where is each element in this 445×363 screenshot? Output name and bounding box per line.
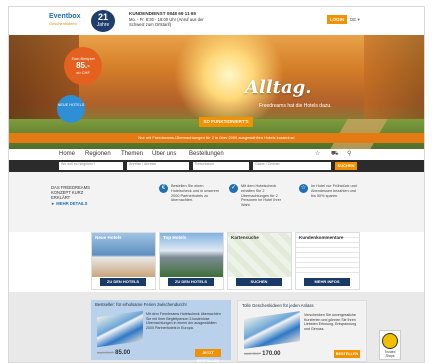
destination-input[interactable]: Wo soll es hingehen? [59,162,123,170]
new-hotels-badge[interactable]: NEUE HOTELS [57,95,85,123]
to-hotels-button[interactable]: ZU DEN HOTELS [168,278,214,286]
search-button[interactable]: SUCHEN [335,162,357,170]
price-old: statt CHF [244,351,261,356]
price-old: statt CHF [97,350,114,355]
hero-title: Alltag. [245,77,312,98]
gift-ideas-panel: Tolle Geschenkideen für jeden Anlass Ver… [237,300,367,362]
new-hotels-badge-label: NEUE HOTELS [57,103,85,107]
price-badge-value: 85.- [76,61,90,70]
panel-title: Tolle Geschenkideen für jeden Anlass [242,303,314,308]
logo-text: Eventbox [49,13,81,20]
price-value: 85.00 [115,350,131,356]
panel-price: statt CHF 85.00 [97,350,130,356]
concept-item-text: Bestellen Sie einen Hotelscheck und in u… [171,184,219,203]
dates-input[interactable]: Anreise / Abreise [127,162,189,170]
card-title: Top Hotels [163,235,187,240]
concept-section: DAS FREEDREAMS KONZEPT KURZ ERKLÄRT ► ME… [9,172,424,232]
nav-item-bestellungen[interactable]: Bestellungen [189,149,224,160]
browser-frame: Eventbox Geschenkideen 21 Jahre KUNDENDI… [8,6,425,363]
concept-item-text: Im Hotel nur Frühstück und Abendessen be… [311,184,357,198]
price-badge-prefix: ab CHF [76,70,90,75]
logo[interactable]: Eventbox Geschenkideen [49,13,87,29]
order-button[interactable]: BESTELLEN [334,350,360,358]
hero-strip: Nur mit Freedreams-Übernachtungen für 2 … [9,133,424,143]
to-hotels-button[interactable]: ZU DEN HOTELS [100,278,146,286]
logo-subtext: Geschenkideen [49,21,77,26]
hero-subtitle: Freedreams hat die Hotels dazu. [259,103,332,109]
travel-date-input[interactable]: Reisedatum [193,162,249,170]
hotline-info: KUNDENDIENST 0848 69 11 69 Mo. - Fr. 8:3… [129,11,219,28]
search-bar: Wo soll es hingehen? Anreise / Abreise R… [9,160,424,172]
hero-banner: Zum Beispiel 85.- ab CHF NEUE HOTELS All… [9,35,424,149]
trust-seal-label: Trusted Shops [384,350,396,358]
search-map-button[interactable]: SUCHEN [236,278,282,286]
how-it-works-button[interactable]: SO FUNKTIONIERT'S [199,117,253,127]
concept-item-text: Mit dem Hotelscheck erhalten Sie 2 Übern… [241,184,282,208]
panel-body: Verschenken Sie unvergessliche Kurzferie… [304,313,357,331]
euro-icon: € [159,184,168,193]
site-header: Eventbox Geschenkideen 21 Jahre KUNDENDI… [9,7,424,35]
check-icon: ✓ [229,184,238,193]
star-icon: ☆ [299,184,308,193]
bestseller-panel: Bestseller: für erholsame Ferien zwische… [91,300,231,362]
card-title: Kundenkommentare [299,235,344,240]
panel-body: Mit dem Freedreams Hotelscheck übernacht… [146,312,221,330]
hotline-note: Schweiz zum Ortstarif) [129,22,172,27]
login-button[interactable]: LOGIN [327,15,347,24]
search-icon[interactable]: ⚲ [347,149,351,160]
trust-seal-icon [382,333,398,349]
seal-number: 21 [97,12,108,22]
card-title: Kartensuche [231,235,259,240]
language-select[interactable]: DE ▾ [350,15,360,24]
star-icon[interactable]: ☆ [315,149,320,160]
more-info-button[interactable]: MEHR INFOS [304,278,350,286]
concept-heading: DAS FREEDREAMS KONZEPT KURZ ERKLÄRT ► ME… [51,185,101,206]
anniversary-seal: 21 Jahre [91,10,115,32]
concept-heading-line2: KONZEPT KURZ ERKLÄRT [51,190,84,201]
card-new-hotels[interactable]: Neue Hotels ZU DEN HOTELS [91,232,156,290]
panel-price: statt CHF 170.00 [244,351,281,357]
nav-item-ueber-uns[interactable]: Über uns [152,149,176,160]
nav-item-themen[interactable]: Themen [121,149,143,160]
cart-icon[interactable]: ⛟ [331,149,339,160]
price-badge-label: Zum Beispiel [71,56,95,61]
gift-box-image [244,311,300,349]
nav-item-home[interactable]: Home [59,149,75,160]
price-badge[interactable]: Zum Beispiel 85.- ab CHF [64,47,102,85]
order-now-button[interactable]: JETZT BESTELLEN [195,349,221,362]
nav-item-regionen[interactable]: Regionen [85,149,111,160]
price-value: 170.00 [262,351,281,357]
trust-seal[interactable]: Trusted Shops [379,330,401,360]
more-details-link[interactable]: ► MEHR DETAILS [51,201,101,206]
seal-label: Jahre [96,22,110,28]
card-map-search[interactable]: Kartensuche SUCHEN [227,232,292,290]
gift-box-image [97,310,143,348]
guests-input[interactable]: Gäste / Zimmer [253,162,331,170]
card-top-hotels[interactable]: Top Hotels ZU DEN HOTELS [159,232,224,290]
card-title: Neue Hotels [95,235,122,240]
feature-cards: Neue Hotels ZU DEN HOTELS Top Hotels ZU … [9,232,424,292]
panel-title: Bestseller: für erholsame Ferien zwische… [95,302,187,307]
card-customer-comments[interactable]: Kundenkommentare MEHR INFOS [295,232,360,290]
product-section: Bestseller: für erholsame Ferien zwische… [9,292,424,362]
page: Eventbox Geschenkideen 21 Jahre KUNDENDI… [0,0,445,363]
